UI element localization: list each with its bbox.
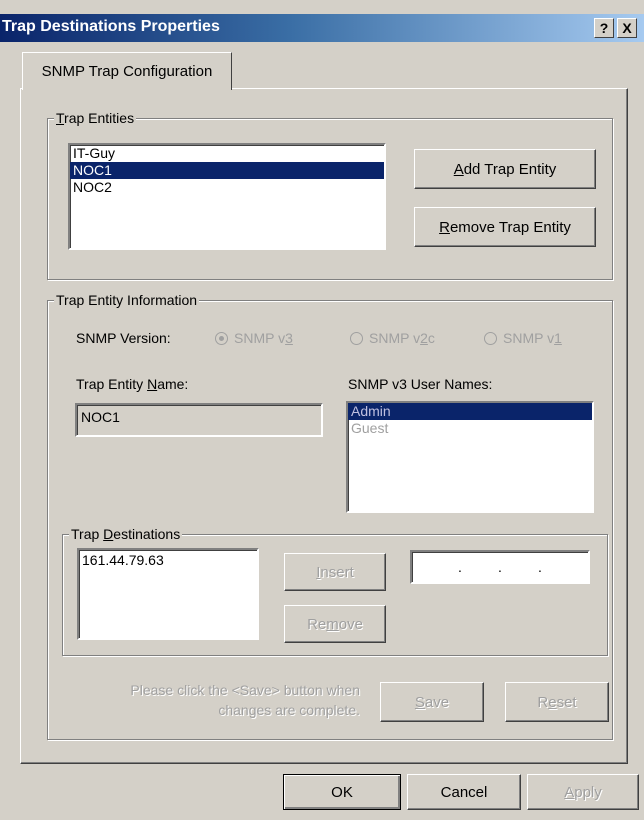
close-icon[interactable]: X bbox=[617, 18, 637, 38]
radio-snmp-v1-label: SNMP v1 bbox=[503, 330, 562, 346]
radio-snmp-v2c[interactable]: SNMP v2c bbox=[350, 330, 435, 346]
reset-button[interactable]: Reset bbox=[505, 682, 609, 722]
snmp-v3-user-names-label: SNMP v3 User Names: bbox=[348, 376, 493, 392]
save-button[interactable]: Save bbox=[380, 682, 484, 722]
trap-entity-name-field[interactable]: NOC1 bbox=[75, 403, 323, 437]
list-item[interactable]: NOC1 bbox=[70, 162, 384, 179]
apply-button[interactable]: Apply bbox=[527, 774, 639, 810]
list-item[interactable]: Guest bbox=[348, 420, 592, 437]
radio-snmp-v1[interactable]: SNMP v1 bbox=[484, 330, 562, 346]
list-item[interactable]: NOC2 bbox=[70, 179, 384, 196]
help-icon[interactable]: ? bbox=[594, 18, 614, 38]
ip-address-input[interactable]: . . . bbox=[410, 550, 590, 584]
radio-snmp-v3-label: SNMP v3 bbox=[234, 330, 293, 346]
reset-button-label: Reset bbox=[537, 693, 577, 711]
remove-destination-label: Remove bbox=[307, 615, 363, 633]
trap-entities-list[interactable]: IT-Guy NOC1 NOC2 bbox=[68, 143, 386, 250]
trap-destinations-list[interactable]: 161.44.79.63 bbox=[77, 548, 259, 640]
ip-separator: . bbox=[458, 559, 462, 575]
save-hint-line1: Please click the <Save> button when bbox=[130, 682, 360, 698]
list-item[interactable]: Admin bbox=[348, 403, 592, 420]
radio-unchecked-icon bbox=[350, 331, 363, 345]
title-bar[interactable]: Trap Destinations Properties ? X bbox=[0, 14, 644, 42]
tab-snmp-trap-configuration[interactable]: SNMP Trap Configuration bbox=[22, 52, 232, 90]
apply-button-label: Apply bbox=[564, 783, 602, 801]
remove-trap-entity-label: Remove Trap Entity bbox=[439, 218, 571, 236]
radio-snmp-v2c-label: SNMP v2c bbox=[369, 330, 435, 346]
insert-button[interactable]: Insert bbox=[284, 553, 386, 591]
trap-entity-name-label: Trap Entity Name: bbox=[76, 376, 189, 392]
trap-entity-name-value: NOC1 bbox=[81, 409, 120, 425]
ip-separator: . bbox=[498, 559, 502, 575]
trap-destinations-dialog: Trap Destinations Properties ? X SNMP Tr… bbox=[0, 0, 644, 820]
remove-destination-button[interactable]: Remove bbox=[284, 605, 386, 643]
trap-entity-info-group: Trap Entity Information bbox=[47, 292, 613, 740]
save-hint-text: Please click the <Save> button when chan… bbox=[70, 680, 360, 720]
add-trap-entity-button[interactable]: Add Trap Entity bbox=[414, 149, 596, 189]
trap-entities-group-label: Trap Entities bbox=[54, 110, 137, 126]
ip-separator: . bbox=[538, 559, 542, 575]
remove-trap-entity-button[interactable]: Remove Trap Entity bbox=[414, 207, 596, 247]
radio-unchecked-icon bbox=[484, 331, 497, 345]
ok-button-label: OK bbox=[331, 783, 353, 801]
list-item[interactable]: IT-Guy bbox=[70, 145, 384, 162]
insert-button-label: Insert bbox=[316, 563, 354, 581]
save-hint-line2: changes are complete. bbox=[218, 702, 360, 718]
cancel-button-label: Cancel bbox=[440, 783, 488, 801]
radio-checked-icon bbox=[215, 331, 228, 345]
snmp-v3-user-names-list[interactable]: Admin Guest bbox=[346, 401, 594, 513]
add-trap-entity-label: Add Trap Entity bbox=[453, 160, 557, 178]
cancel-button[interactable]: Cancel bbox=[407, 774, 521, 810]
snmp-version-label: SNMP Version: bbox=[76, 330, 171, 346]
save-button-label: Save bbox=[414, 693, 450, 711]
trap-entity-info-group-label: Trap Entity Information bbox=[54, 292, 200, 308]
tab-label: SNMP Trap Configuration bbox=[41, 63, 213, 80]
ok-button[interactable]: OK bbox=[283, 774, 401, 810]
radio-snmp-v3[interactable]: SNMP v3 bbox=[215, 330, 293, 346]
trap-destinations-group-label: Trap Destinations bbox=[69, 526, 183, 542]
window-title: Trap Destinations Properties bbox=[2, 18, 220, 35]
list-item[interactable]: 161.44.79.63 bbox=[79, 550, 257, 568]
